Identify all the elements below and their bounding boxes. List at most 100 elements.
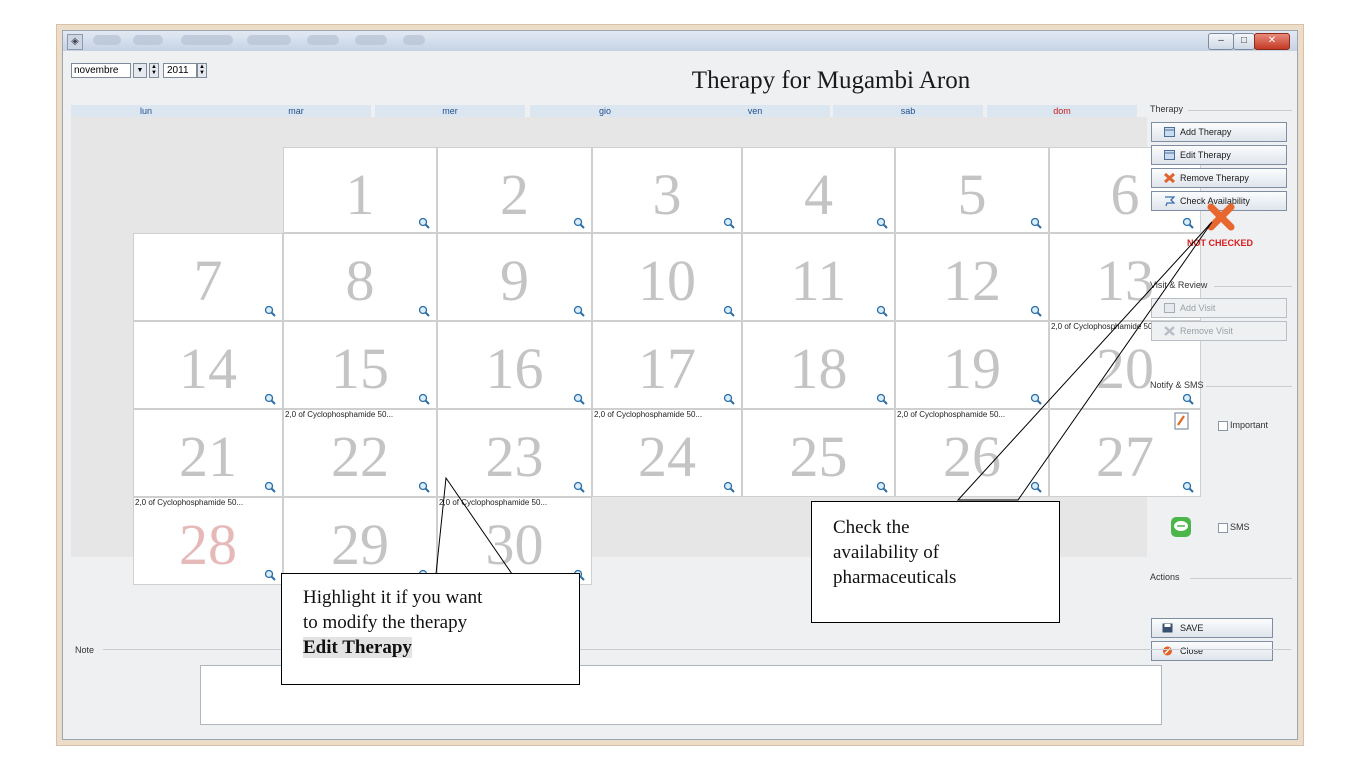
menu-item-5[interactable] [307,35,339,45]
day-cell[interactable]: 2,0 of Cyclophosphamide 50... 30 [437,497,592,585]
day-cell[interactable]: 11 [742,233,895,321]
sms-checkbox[interactable] [1218,523,1228,533]
menu-item-3[interactable] [181,35,233,45]
day-cell[interactable]: 14 [133,321,283,409]
day-cell[interactable]: 1 [283,147,437,233]
zoom-icon[interactable] [264,393,276,405]
day-cell[interactable]: 5 [895,147,1049,233]
edit-therapy-button[interactable]: Edit Therapy [1151,145,1287,165]
month-dropdown-icon[interactable]: ▼ [133,63,147,78]
zoom-icon[interactable] [418,217,430,229]
day-cell[interactable]: 19 [895,321,1049,409]
zoom-icon[interactable] [418,393,430,405]
zoom-icon[interactable] [573,217,585,229]
day-cell[interactable]: 2 [437,147,592,233]
day-cell[interactable]: 8 [283,233,437,321]
year-spinner-icon[interactable]: ▲ ▼ [197,63,207,78]
sms-icon [1171,517,1191,537]
zoom-icon[interactable] [1030,217,1042,229]
weekday-header: mar [221,105,371,117]
zoom-icon[interactable] [573,393,585,405]
maximize-button[interactable]: □ [1233,33,1255,50]
important-label: Important [1230,420,1269,430]
day-cell[interactable]: 18 [742,321,895,409]
day-cell[interactable]: 29 [283,497,437,585]
app-window: ◈ – □ ✕ novembre ▼ ▲ ▼ 2011 ▲ ▼ Therapy fo… [62,30,1298,740]
zoom-icon[interactable] [418,481,430,493]
close-button[interactable]: Close [1151,641,1273,661]
day-cell[interactable]: 17 [592,321,742,409]
menu-item-4[interactable] [247,35,291,45]
minimize-button[interactable]: – [1208,33,1234,50]
zoom-icon[interactable] [573,305,585,317]
day-number: 11 [790,248,847,313]
day-cell[interactable]: 9 [437,233,592,321]
day-cell[interactable]: 4 [742,147,895,233]
therapy-event-label[interactable]: 2,0 of Cyclophosphamide 50... [1051,322,1159,331]
year-field[interactable]: 2011 [163,63,197,78]
day-cell[interactable]: 7 [133,233,283,321]
add-therapy-button[interactable]: Add Therapy [1151,122,1287,142]
zoom-icon[interactable] [1030,393,1042,405]
save-button[interactable]: SAVE [1151,618,1273,638]
day-cell[interactable]: 12 [895,233,1049,321]
month-select[interactable]: novembre [71,63,131,78]
visit-group-title: Visit & Review [1150,280,1208,290]
note-label: Note [75,645,95,655]
month-spinner-icon[interactable]: ▲ ▼ [149,63,159,78]
close-label: Close [1180,646,1204,656]
day-cell[interactable]: 23 [437,409,592,497]
day-number: 22 [331,424,389,489]
add-visit-button[interactable]: Add Visit [1151,298,1287,318]
day-cell[interactable]: 10 [592,233,742,321]
menu-item-7[interactable] [403,35,425,45]
zoom-icon[interactable] [573,481,585,493]
day-cell[interactable]: 2,0 of Cyclophosphamide 50... 24 [592,409,742,497]
zoom-icon[interactable] [723,481,735,493]
day-cell[interactable]: 3 [592,147,742,233]
zoom-icon[interactable] [723,305,735,317]
day-number: 3 [652,162,682,227]
zoom-icon[interactable] [723,393,735,405]
zoom-icon[interactable] [1030,481,1042,493]
important-checkbox[interactable] [1218,421,1228,431]
remove-therapy-button[interactable]: Remove Therapy [1151,168,1287,188]
day-cell[interactable]: 25 [742,409,895,497]
remove-icon [1164,173,1175,183]
zoom-icon[interactable] [1030,305,1042,317]
remove-visit-button[interactable]: Remove Visit [1151,321,1287,341]
zoom-icon[interactable] [418,305,430,317]
menu-item-2[interactable] [133,35,163,45]
menu-item-6[interactable] [355,35,387,45]
callout-highlight: Edit Therapy [303,637,412,658]
day-cell[interactable]: 16 [437,321,592,409]
day-cell[interactable]: 15 [283,321,437,409]
zoom-icon[interactable] [264,569,276,581]
therapy-event-label[interactable]: 2,0 of Cyclophosphamide 50... [285,410,393,419]
day-number: 17 [638,336,696,401]
day-cell[interactable]: 2,0 of Cyclophosphamide 50... 26 [895,409,1049,497]
menu-item-1[interactable] [93,35,121,45]
day-cell[interactable]: 2,0 of Cyclophosphamide 50... 22 [283,409,437,497]
document-icon [1174,412,1189,430]
zoom-icon[interactable] [876,305,888,317]
day-number: 2 [500,162,529,227]
actions-group-title: Actions [1150,572,1180,582]
close-window-button[interactable]: ✕ [1254,33,1290,50]
edit-therapy-callout: Highlight it if you want to modify the t… [281,573,580,685]
availability-status: NOT CHECKED [1186,238,1253,248]
zoom-icon[interactable] [876,393,888,405]
zoom-icon[interactable] [876,481,888,493]
therapy-event-label[interactable]: 2,0 of Cyclophosphamide 50... [897,410,1005,419]
day-number: 28 [179,512,237,577]
zoom-icon[interactable] [264,481,276,493]
therapy-event-label[interactable]: 2,0 of Cyclophosphamide 50... [594,410,702,419]
therapy-event-label[interactable]: 2,0 of Cyclophosphamide 50... [439,498,547,507]
day-cell[interactable]: 2,0 of Cyclophosphamide 50... 28 [133,497,283,585]
zoom-icon[interactable] [264,305,276,317]
therapy-group-title: Therapy [1150,104,1184,114]
zoom-icon[interactable] [723,217,735,229]
therapy-event-label[interactable]: 2,0 of Cyclophosphamide 50... [135,498,243,507]
day-cell[interactable]: 21 [133,409,283,497]
zoom-icon[interactable] [876,217,888,229]
